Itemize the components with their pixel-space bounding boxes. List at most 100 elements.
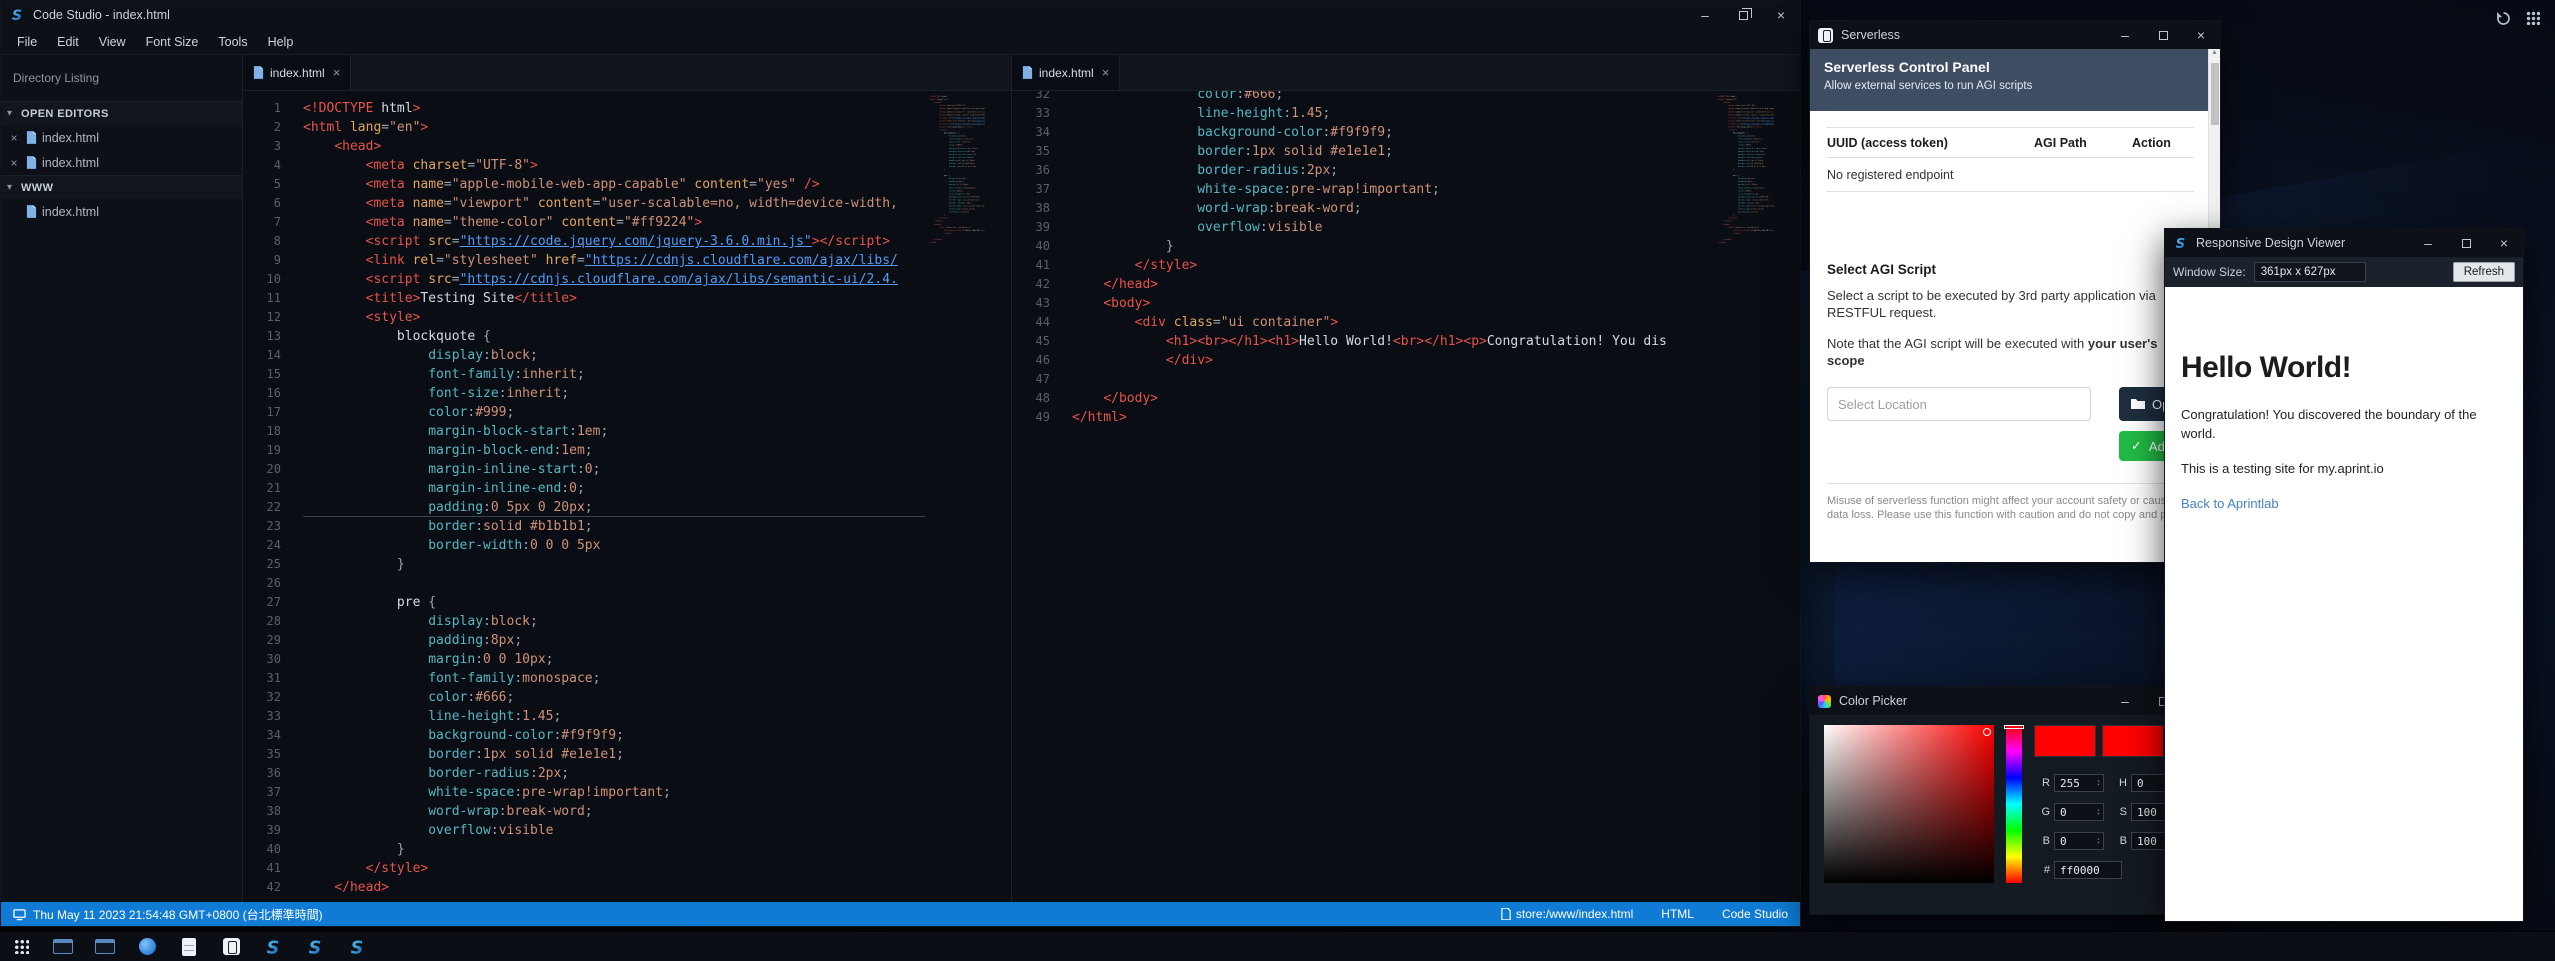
code-line[interactable]: font-family:inherit; [303,365,925,384]
close-icon[interactable]: × [7,156,21,170]
minimap[interactable]: <!DOCTYPE html><html lang="en"> <head> <… [1718,95,1774,315]
code-line[interactable]: <meta name="viewport" content="user-scal… [303,194,925,213]
menu-view[interactable]: View [89,29,136,55]
close-icon[interactable]: × [7,131,21,145]
code-line[interactable]: } [303,840,925,859]
code-line[interactable]: <script src="https://code.jquery.com/jqu… [303,232,925,251]
code-line[interactable]: </div> [1072,351,1714,370]
color-swatch-current[interactable] [2102,725,2164,757]
code-line[interactable]: font-size:inherit; [303,384,925,403]
code-line[interactable]: display:block; [303,612,925,631]
menu-file[interactable]: File [7,29,47,55]
menu-edit[interactable]: Edit [47,29,89,55]
close-tab-icon[interactable]: × [1102,65,1110,80]
code-line[interactable]: margin-inline-end:0; [303,479,925,498]
color-swatch-new[interactable] [2034,725,2096,757]
sidebar-item-index-html[interactable]: index.html [1,199,242,224]
taskbar-icon-code-studio[interactable]: S [262,936,284,958]
code-line[interactable]: border-width:0 0 0 5px [303,536,925,555]
code-editor-2[interactable]: 323334353637383940414243444546474849 col… [1012,91,1800,902]
code-line[interactable]: <meta name="theme-color" content="#ff922… [303,213,925,232]
code-line[interactable]: </body> [1072,389,1714,408]
code-line[interactable]: </style> [1072,256,1714,275]
close-tab-icon[interactable]: × [333,65,341,80]
taskbar-icon-window[interactable] [94,936,116,958]
code-line[interactable]: color:#666; [303,688,925,707]
code-line[interactable]: <meta name="apple-mobile-web-app-capable… [303,175,925,194]
restore-button[interactable] [1724,1,1762,29]
minimize-button[interactable]: – [2409,229,2447,257]
code-line[interactable]: border:solid #b1b1b1; [303,517,925,536]
code-content[interactable]: color:#666; line-height:1.45; background… [1072,91,1714,427]
refresh-icon[interactable] [2493,8,2513,28]
taskbar-icon-browser[interactable] [136,936,158,958]
code-line[interactable]: border:1px solid #e1e1e1; [1072,142,1714,161]
menu-help[interactable]: Help [258,29,304,55]
maximize-button[interactable] [2144,21,2182,49]
code-line[interactable]: margin-block-end:1em; [303,441,925,460]
minimize-button[interactable]: – [2106,687,2144,715]
hue-thumb[interactable] [2004,725,2024,729]
field-input[interactable]: 255▴▾ [2054,774,2104,792]
maximize-button[interactable] [2447,229,2485,257]
taskbar-icon-code-studio[interactable]: S [346,936,368,958]
close-button[interactable]: × [1762,1,1800,29]
code-line[interactable]: background-color:#f9f9f9; [1072,123,1714,142]
code-line[interactable]: overflow:visible [1072,218,1714,237]
code-line[interactable]: padding:0 5px 0 20px; [303,498,925,517]
scrollbar-thumb[interactable] [2211,63,2219,125]
main-title-bar[interactable]: S Code Studio - index.html – × [1,1,1800,29]
code-line[interactable]: } [303,555,925,574]
sidebar-section-www[interactable]: ▾WWW [1,175,242,199]
code-line[interactable]: margin:0 0 10px; [303,650,925,669]
hue-slider[interactable] [2006,725,2022,883]
code-line[interactable]: <title>Testing Site</title> [303,289,925,308]
code-line[interactable]: word-wrap:break-word; [1072,199,1714,218]
responsive-title-bar[interactable]: S Responsive Design Viewer – × [2165,229,2523,257]
taskbar-icon-app-grid[interactable] [10,936,32,958]
sidebar-section-open-editors[interactable]: ▾OPEN EDITORS [1,101,242,125]
tab-index-html[interactable]: index.html × [1012,55,1120,90]
menu-font-size[interactable]: Font Size [136,29,209,55]
code-line[interactable]: <meta charset="UTF-8"> [303,156,925,175]
code-line[interactable]: border-radius:2px; [1072,161,1714,180]
serverless-title-bar[interactable]: Serverless – × [1810,21,2220,49]
spinner-icon[interactable]: ▴▾ [2097,837,2100,845]
status-language[interactable]: HTML [1661,907,1694,921]
sv-cursor[interactable] [1983,728,1991,736]
field-input[interactable]: 0▴▾ [2054,832,2104,850]
code-line[interactable]: display:block; [303,346,925,365]
color-picker-title-bar[interactable]: Color Picker – × [1810,687,2220,715]
field-input[interactable]: 0▴▾ [2054,803,2104,821]
code-line[interactable]: } [1072,237,1714,256]
code-line[interactable]: line-height:1.45; [303,707,925,726]
tab-index-html[interactable]: index.html × [243,55,351,90]
field-input[interactable]: ff0000 [2054,861,2122,879]
code-line[interactable]: border-radius:2px; [303,764,925,783]
spinner-icon[interactable]: ▴▾ [2097,779,2100,787]
saturation-value-picker[interactable] [1824,725,1994,883]
code-line[interactable]: <link rel="stylesheet" href="https://cdn… [303,251,925,270]
minimap[interactable]: <!DOCTYPE html><html lang="en"> <head> <… [929,95,985,315]
code-line[interactable]: <div class="ui container"> [1072,313,1714,332]
sidebar-item-index-html[interactable]: ×index.html [1,125,242,150]
code-content[interactable]: <!DOCTYPE html><html lang="en"> <head> <… [303,99,925,897]
code-line[interactable]: line-height:1.45; [1072,104,1714,123]
taskbar-icon-code-studio[interactable]: S [304,936,326,958]
code-line[interactable] [303,574,925,593]
taskbar-icon-document[interactable] [178,936,200,958]
code-line[interactable]: <script src="https://cdnjs.cloudflare.co… [303,270,925,289]
taskbar-icon-serverless[interactable] [220,936,242,958]
code-line[interactable]: <head> [303,137,925,156]
window-size-input[interactable] [2254,262,2366,282]
refresh-button[interactable]: Refresh [2453,262,2515,282]
sidebar-item-index-html[interactable]: ×index.html [1,150,242,175]
close-button[interactable]: × [2485,229,2523,257]
code-line[interactable]: word-wrap:break-word; [303,802,925,821]
menu-tools[interactable]: Tools [208,29,257,55]
code-line[interactable]: </head> [1072,275,1714,294]
code-line[interactable]: white-space:pre-wrap!important; [303,783,925,802]
code-line[interactable]: margin-inline-start:0; [303,460,925,479]
code-line[interactable]: border:1px solid #e1e1e1; [303,745,925,764]
code-line[interactable]: </html> [1072,408,1714,427]
